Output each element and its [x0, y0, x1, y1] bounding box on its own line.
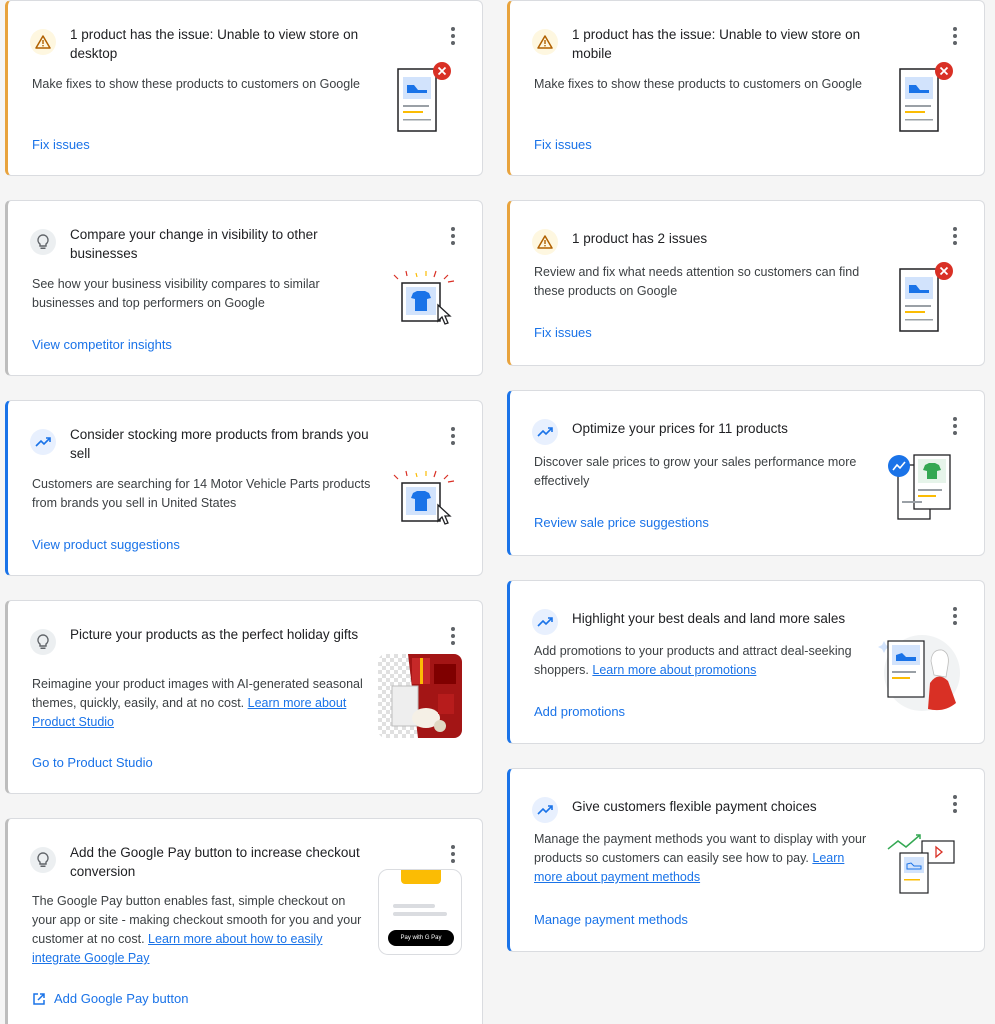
more-vert-icon[interactable]: [952, 795, 958, 813]
card-title: 1 product has 2 issues: [572, 231, 708, 246]
open-in-new-icon: [33, 992, 45, 1005]
card-description: Add promotions to your products and attr…: [534, 642, 874, 680]
card-description: See how your business visibility compare…: [32, 277, 320, 310]
manage-payment-methods-link[interactable]: Manage payment methods: [534, 912, 688, 927]
more-vert-icon[interactable]: [952, 27, 958, 45]
view-competitor-insights-link[interactable]: View competitor insights: [32, 337, 172, 352]
card-title: Add the Google Pay button to increase ch…: [70, 845, 360, 879]
more-vert-icon[interactable]: [450, 227, 456, 245]
payment-methods-illustration: [887, 834, 955, 894]
view-product-suggestions-link[interactable]: View product suggestions: [32, 537, 180, 552]
card-description: Make fixes to show these products to cus…: [534, 77, 862, 91]
card-description: Customers are searching for 14 Motor Veh…: [32, 477, 371, 510]
card-description: Make fixes to show these products to cus…: [32, 77, 360, 91]
lightbulb-icon: [30, 229, 56, 255]
learn-more-promotions-link[interactable]: Learn more about promotions: [592, 663, 756, 677]
stocking-card: Consider stocking more products from bra…: [5, 400, 483, 576]
trending-up-icon: [532, 419, 558, 445]
placeholder-line: [393, 912, 447, 916]
payments-card: Give customers flexible payment choices …: [507, 768, 985, 952]
card-title: Highlight your best deals and land more …: [572, 611, 846, 626]
prices-card: Optimize your prices for 11 products Dis…: [507, 390, 985, 556]
card-description: Reimagine your product images with AI-ge…: [32, 675, 372, 732]
holiday-product-image: [378, 654, 462, 738]
trending-up-icon: [532, 797, 558, 823]
card-title: Consider stocking more products from bra…: [70, 427, 369, 461]
card-title: Give customers flexible payment choices: [572, 799, 817, 814]
product-error-illustration: [899, 262, 953, 332]
add-google-pay-button-link[interactable]: Add Google Pay button: [32, 991, 188, 1006]
card-title: Picture your products as the perfect hol…: [70, 627, 359, 642]
visibility-card: Compare your change in visibility to oth…: [5, 200, 483, 376]
fix-issues-link[interactable]: Fix issues: [534, 137, 592, 152]
card-description: Discover sale prices to grow your sales …: [534, 455, 857, 488]
more-vert-icon[interactable]: [450, 845, 456, 863]
more-vert-icon[interactable]: [952, 607, 958, 625]
more-vert-icon[interactable]: [952, 227, 958, 245]
lightbulb-icon: [30, 629, 56, 655]
promotion-shopper-illustration: [878, 635, 960, 711]
shirt-click-illustration: [393, 470, 455, 525]
holiday-card: Picture your products as the perfect hol…: [5, 600, 483, 794]
price-trend-illustration: [888, 454, 951, 520]
more-vert-icon[interactable]: [952, 417, 958, 435]
more-vert-icon[interactable]: [450, 627, 456, 645]
warning-triangle-icon: [532, 29, 558, 55]
warning-triangle-icon: [30, 29, 56, 55]
product-error-illustration: [397, 62, 451, 132]
card-title: Optimize your prices for 11 products: [572, 421, 788, 436]
card-description: The Google Pay button enables fast, simp…: [32, 892, 372, 968]
action-label: Add Google Pay button: [54, 991, 189, 1006]
card-title: 1 product has the issue: Unable to view …: [572, 27, 861, 61]
card-description: Manage the payment methods you want to d…: [534, 830, 874, 887]
fix-issues-link[interactable]: Fix issues: [534, 325, 592, 340]
lightbulb-icon: [30, 847, 56, 873]
google-pay-card: Add the Google Pay button to increase ch…: [5, 818, 483, 1024]
card-title: 1 product has the issue: Unable to view …: [70, 27, 359, 61]
card-description: Review and fix what needs attention so c…: [534, 265, 860, 298]
issue-card-mobile: 1 product has the issue: Unable to view …: [507, 0, 985, 176]
more-vert-icon[interactable]: [450, 27, 456, 45]
placeholder-line: [393, 904, 435, 908]
card-title: Compare your change in visibility to oth…: [70, 227, 318, 261]
trending-up-icon: [532, 609, 558, 635]
issue-card-desktop: 1 product has the issue: Unable to view …: [5, 0, 483, 176]
gpay-button[interactable]: Pay with G Pay: [388, 930, 454, 946]
warning-triangle-icon: [532, 229, 558, 255]
product-thumbnail: [401, 870, 441, 884]
deals-card: Highlight your best deals and land more …: [507, 580, 985, 744]
more-vert-icon[interactable]: [450, 427, 456, 445]
shirt-click-illustration: [393, 270, 455, 325]
product-error-illustration: [899, 62, 953, 132]
go-to-product-studio-link[interactable]: Go to Product Studio: [32, 755, 153, 770]
google-pay-phone-illustration: Pay with G Pay: [378, 869, 462, 955]
trending-up-icon: [30, 429, 56, 455]
review-sale-price-link[interactable]: Review sale price suggestions: [534, 515, 709, 530]
fix-issues-link[interactable]: Fix issues: [32, 137, 90, 152]
two-issues-card: 1 product has 2 issues Review and fix wh…: [507, 200, 985, 366]
add-promotions-link[interactable]: Add promotions: [534, 704, 625, 719]
